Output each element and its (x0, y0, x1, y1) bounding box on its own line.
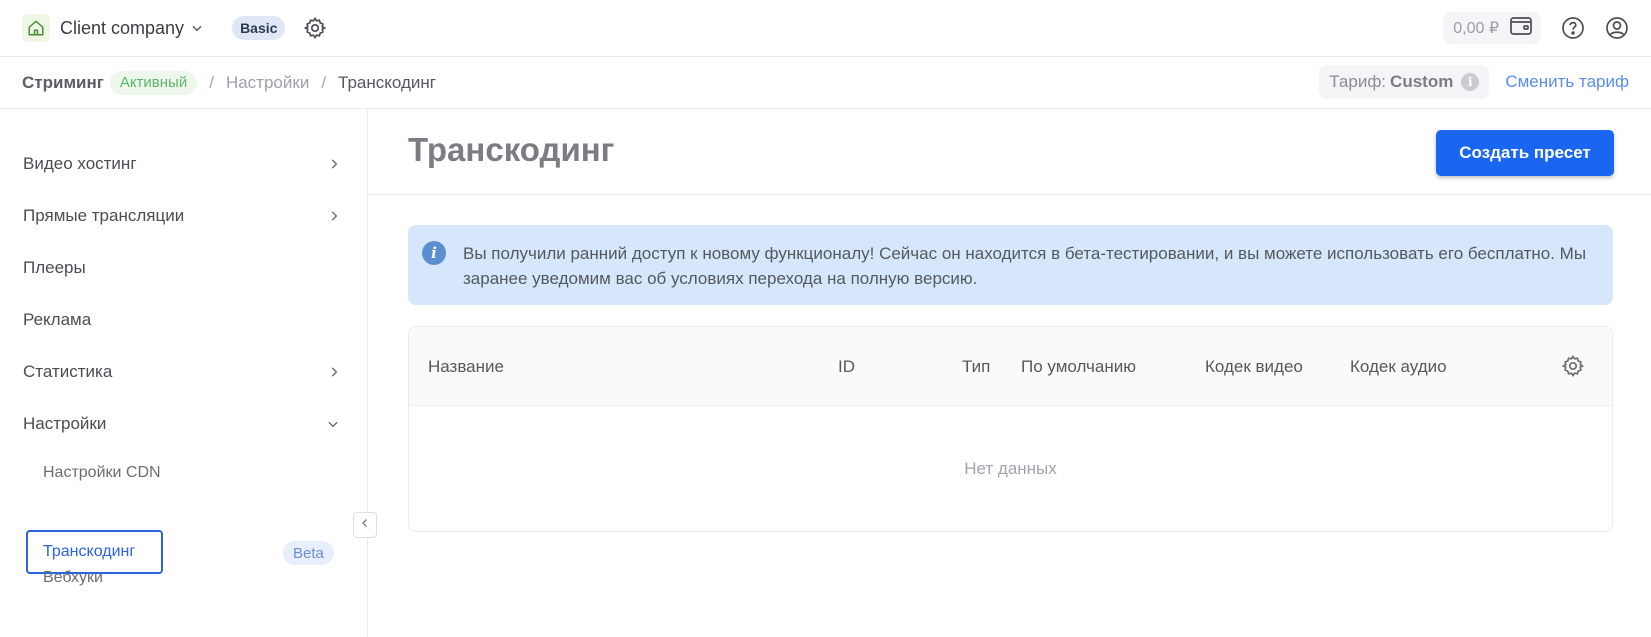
wallet-icon (1509, 15, 1533, 42)
presets-table: Название ID Тип По умолчанию Кодек видео… (408, 326, 1613, 532)
chevron-right-icon (327, 156, 341, 172)
column-header-video-codec[interactable]: Кодек видео (1205, 357, 1303, 377)
column-header-default[interactable]: По умолчанию (1021, 357, 1136, 377)
breadcrumb: Стриминг Активный / Настройки / Транскод… (0, 57, 1651, 109)
home-icon[interactable] (22, 14, 50, 42)
sidebar-item-live-streams[interactable]: Прямые трансляции (23, 201, 341, 231)
chevron-right-icon (327, 364, 341, 380)
tariff-pill: Тариф: Custom i (1319, 65, 1490, 99)
sidebar-item-label: Реклама (23, 310, 92, 329)
status-badge: Активный (109, 70, 198, 95)
help-icon[interactable] (1561, 16, 1585, 40)
tariff-value: Custom (1390, 72, 1454, 91)
collapse-sidebar-button[interactable] (353, 512, 377, 538)
sidebar-item-ads[interactable]: Реклама (23, 305, 341, 335)
beta-info-alert: i Вы получили ранний доступ к новому фун… (408, 225, 1613, 305)
chevron-right-icon (327, 208, 341, 224)
gear-icon[interactable] (303, 16, 327, 40)
sidebar-item-label: Видео хостинг (23, 154, 137, 173)
table-header: Название ID Тип По умолчанию Кодек видео… (409, 327, 1612, 406)
main-header: Транскодинг Создать пресет (369, 109, 1651, 195)
column-header-audio-codec[interactable]: Кодек аудио (1350, 357, 1447, 377)
beta-badge: Beta (283, 541, 334, 565)
sidebar-item-label: Настройки (23, 414, 107, 433)
column-header-type[interactable]: Тип (962, 357, 990, 377)
sidebar-item-label: Транскодинг (43, 543, 136, 560)
chevron-down-icon (325, 417, 341, 431)
company-name[interactable]: Client company (60, 18, 184, 39)
sidebar-subitem-cdn-settings[interactable]: Настройки CDN (43, 464, 161, 482)
breadcrumb-separator: / (321, 72, 327, 92)
breadcrumb-section[interactable]: Стриминг (22, 73, 104, 93)
balance-value: 0,00 ₽ (1453, 20, 1499, 37)
change-tariff-link[interactable]: Сменить тариф (1505, 72, 1629, 92)
sidebar-item-settings[interactable]: Настройки (23, 409, 341, 439)
sidebar-item-label: Прямые трансляции (23, 206, 185, 225)
breadcrumb-item-current: Транскодинг (338, 72, 436, 92)
column-settings-gear-icon[interactable] (1561, 354, 1585, 383)
info-icon: i (422, 241, 446, 265)
sidebar-item-video-hosting[interactable]: Видео хостинг (23, 149, 341, 179)
sidebar-subitem-transcoding[interactable]: Транскодинг (26, 530, 163, 574)
breadcrumb-item-settings[interactable]: Настройки (226, 73, 309, 93)
column-header-name[interactable]: Название (428, 357, 504, 377)
sidebar-item-statistics[interactable]: Статистика (23, 357, 341, 387)
breadcrumb-separator: / (209, 72, 214, 92)
tariff-label: Тариф: (1329, 72, 1387, 91)
empty-state-text: Нет данных (964, 459, 1057, 478)
sidebar-item-label: Статистика (23, 362, 113, 381)
top-bar: Client company Basic 0,00 ₽ (0, 0, 1651, 57)
sidebar-item-players[interactable]: Плееры (23, 253, 341, 283)
sidebar-subitem-webhooks[interactable]: Вебхуки (43, 569, 103, 587)
user-avatar-icon[interactable] (1605, 16, 1629, 40)
sidebar-item-label: Плееры (23, 258, 86, 277)
page-title: Транскодинг (408, 131, 615, 168)
sidebar: Видео хостинг Прямые трансляции Плееры Р… (0, 109, 368, 637)
alert-text: Вы получили ранний доступ к новому функц… (463, 244, 1587, 288)
create-preset-button[interactable]: Создать пресет (1436, 130, 1614, 176)
balance-pill[interactable]: 0,00 ₽ (1443, 12, 1541, 44)
chevron-left-icon (359, 516, 371, 535)
plan-badge: Basic (232, 16, 286, 40)
column-header-id[interactable]: ID (838, 357, 855, 377)
chevron-down-icon[interactable] (190, 21, 204, 35)
info-icon[interactable]: i (1461, 73, 1480, 91)
